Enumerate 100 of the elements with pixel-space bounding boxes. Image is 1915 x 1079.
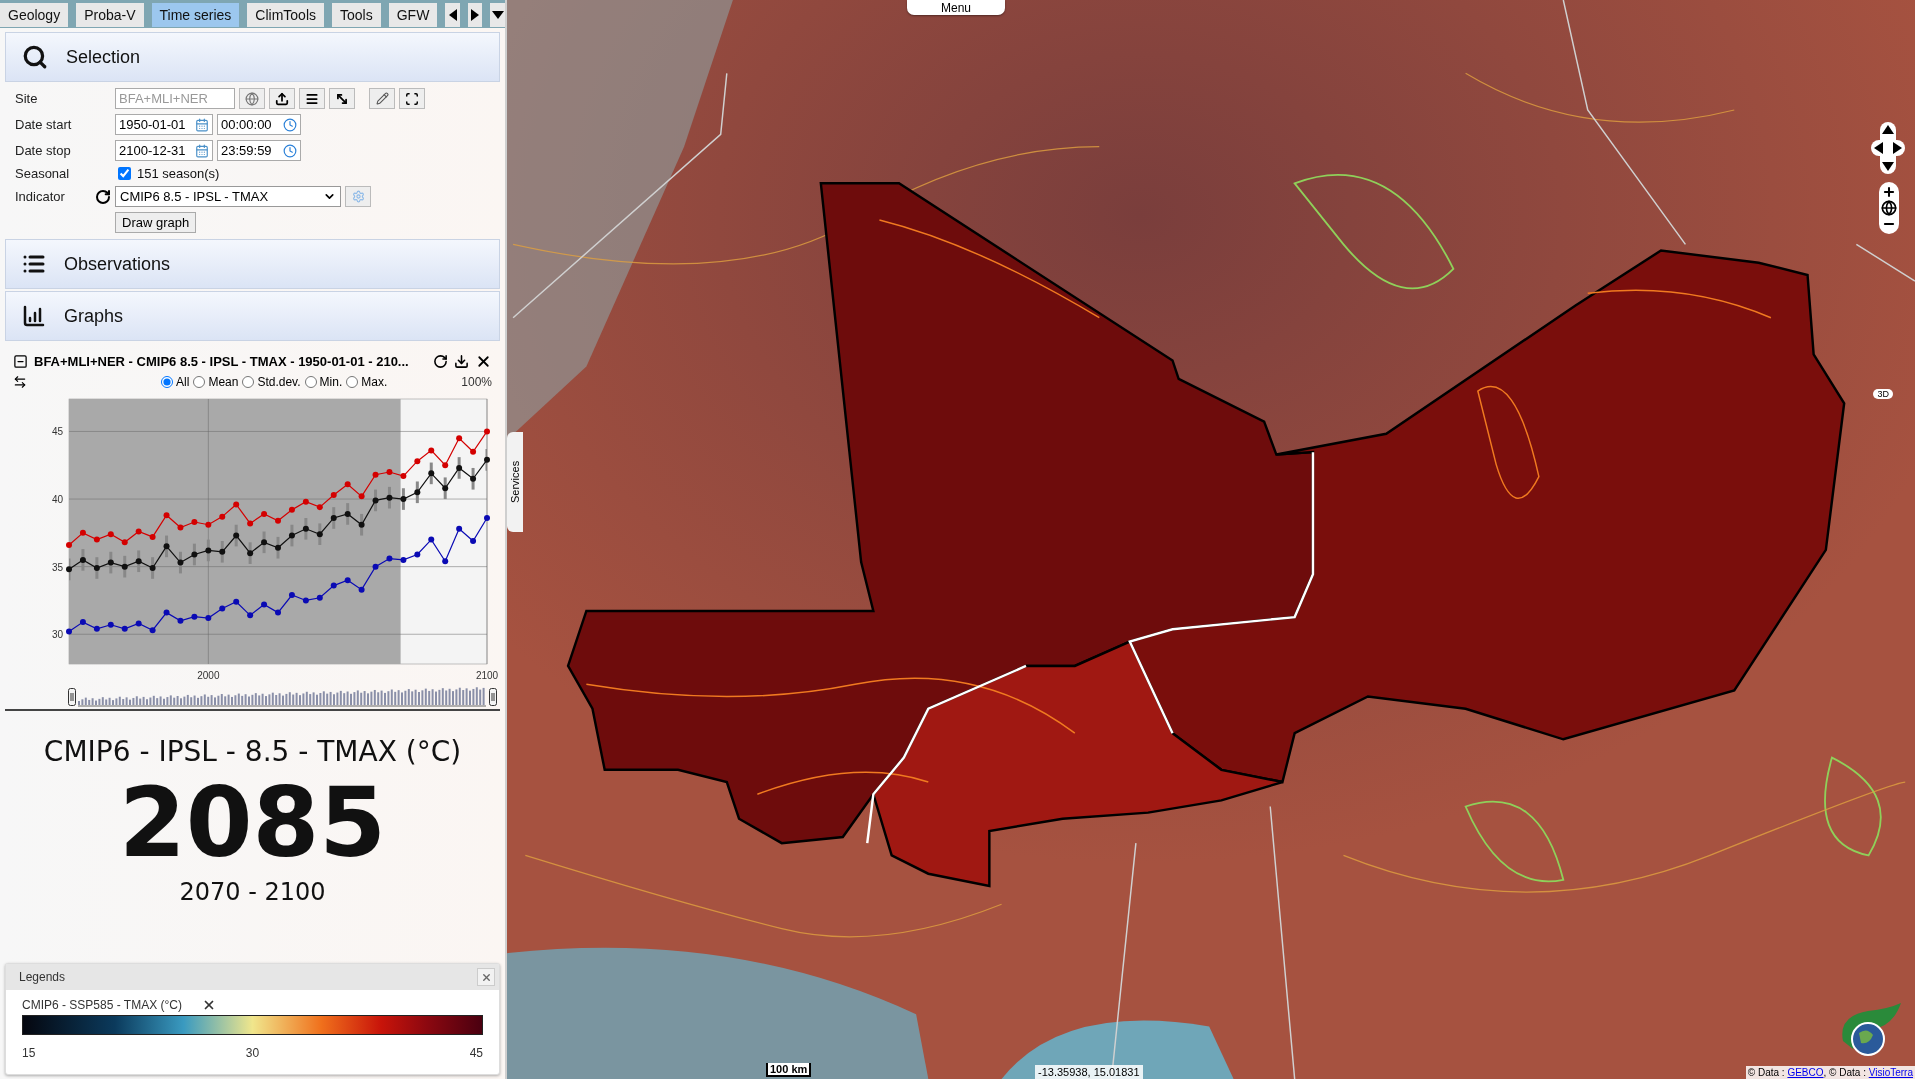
point — [177, 617, 184, 624]
radio-button[interactable] — [161, 376, 174, 388]
upload-button[interactable] — [269, 88, 295, 109]
series-option[interactable]: Min. — [304, 375, 343, 389]
plus-icon — [1882, 185, 1896, 199]
point — [149, 565, 156, 572]
zoom-in-button[interactable] — [1882, 184, 1896, 200]
series-option[interactable]: All — [161, 375, 190, 389]
refresh-icon[interactable] — [95, 188, 111, 205]
legend-tick: 45 — [469, 1046, 483, 1060]
point — [233, 598, 240, 605]
menu-tab[interactable]: ClimTools — [247, 3, 325, 27]
attribution-link[interactable]: VisioTerra — [1868, 1067, 1913, 1078]
3d-badge[interactable]: 3D — [1873, 389, 1893, 399]
point — [66, 542, 72, 549]
legend-title: Legends — [19, 970, 66, 984]
section-title: Observations — [64, 253, 171, 275]
upload-icon — [275, 91, 289, 106]
clock-icon — [283, 143, 297, 158]
collapse-icon[interactable] — [13, 353, 28, 369]
year-value: 2085 — [118, 768, 387, 879]
point — [288, 532, 295, 539]
point — [191, 519, 198, 526]
scroll-right-button[interactable] — [467, 3, 483, 27]
menu-tab[interactable]: Geology — [0, 3, 69, 27]
point — [135, 558, 142, 565]
services-tab[interactable]: Services — [507, 432, 523, 532]
diagonal-arrow-icon — [335, 91, 349, 106]
point — [66, 628, 72, 635]
series-option[interactable]: Max. — [346, 375, 388, 389]
point — [372, 563, 379, 570]
indicator-select[interactable]: CMIP6 8.5 - IPSL - TMAX — [115, 186, 341, 207]
close-button[interactable] — [477, 968, 495, 986]
point — [205, 521, 212, 528]
radio-button[interactable] — [242, 376, 255, 388]
section-header[interactable]: Selection — [5, 32, 500, 82]
globe-icon — [1881, 200, 1897, 216]
map-drawing[interactable] — [507, 0, 1915, 1079]
dropdown-button[interactable] — [490, 3, 505, 27]
triangle-down-icon — [491, 11, 504, 19]
menu-tab[interactable]: GFW — [388, 3, 438, 27]
point — [456, 464, 463, 471]
clock-icon — [283, 117, 297, 132]
section-header[interactable]: Observations — [5, 239, 500, 289]
point — [219, 605, 226, 612]
point — [205, 547, 212, 554]
menu-button[interactable] — [299, 88, 325, 109]
draw-graph-button[interactable]: Draw graph — [115, 212, 197, 233]
menu-tab[interactable]: Time series — [151, 3, 240, 27]
range-handle[interactable] — [68, 688, 76, 706]
point — [344, 577, 351, 584]
time-field[interactable]: 00:00:00 — [217, 114, 301, 135]
seasonal-checkbox[interactable] — [118, 167, 131, 180]
legend-tick: 30 — [245, 1046, 260, 1060]
point — [107, 559, 114, 566]
radio-button[interactable] — [346, 376, 359, 388]
pencil-button[interactable] — [369, 88, 395, 109]
swap-icon[interactable] — [13, 375, 27, 389]
point — [372, 471, 379, 478]
range-handle[interactable] — [489, 688, 497, 706]
section-header[interactable]: Graphs — [5, 291, 500, 341]
attribution-link[interactable]: GEBCO — [1787, 1067, 1824, 1078]
point — [275, 609, 281, 616]
season-count: 151 season(s) — [137, 166, 220, 181]
series-option[interactable]: Std.dev. — [242, 375, 301, 389]
download-icon[interactable] — [454, 353, 469, 369]
point — [177, 524, 184, 531]
point — [414, 551, 421, 558]
point — [484, 428, 490, 435]
point — [163, 543, 170, 550]
expand-button[interactable] — [329, 88, 355, 109]
point — [233, 532, 240, 539]
point — [400, 473, 407, 480]
radio-button[interactable] — [193, 376, 206, 388]
globe-button[interactable] — [1881, 200, 1897, 216]
dashed-square-icon — [405, 91, 419, 106]
refresh-icon[interactable] — [433, 353, 448, 369]
point — [219, 513, 226, 520]
point — [233, 501, 240, 508]
scroll-left-button[interactable] — [445, 3, 460, 27]
site-field[interactable]: BFA+MLI+NER — [115, 88, 235, 109]
pan-control-icon[interactable] — [1871, 122, 1905, 174]
date-field[interactable]: 2100-12-31 — [115, 140, 213, 161]
date-field[interactable]: 1950-01-01 — [115, 114, 213, 135]
menu-tab[interactable]: Proba-V — [76, 3, 144, 27]
menu-button[interactable]: Menu — [907, 0, 1005, 15]
point — [79, 556, 86, 563]
series-option[interactable]: Mean — [193, 375, 239, 389]
point — [149, 533, 156, 540]
point — [484, 514, 490, 521]
point — [358, 586, 365, 593]
menu-tab[interactable]: Tools — [332, 3, 381, 27]
time-field[interactable]: 23:59:59 — [217, 140, 301, 161]
select-area-button[interactable] — [399, 88, 425, 109]
point — [219, 548, 226, 555]
point — [93, 565, 100, 572]
point — [302, 525, 309, 532]
section-title: Graphs — [64, 305, 124, 327]
point — [302, 498, 309, 505]
radio-button[interactable] — [304, 376, 317, 388]
